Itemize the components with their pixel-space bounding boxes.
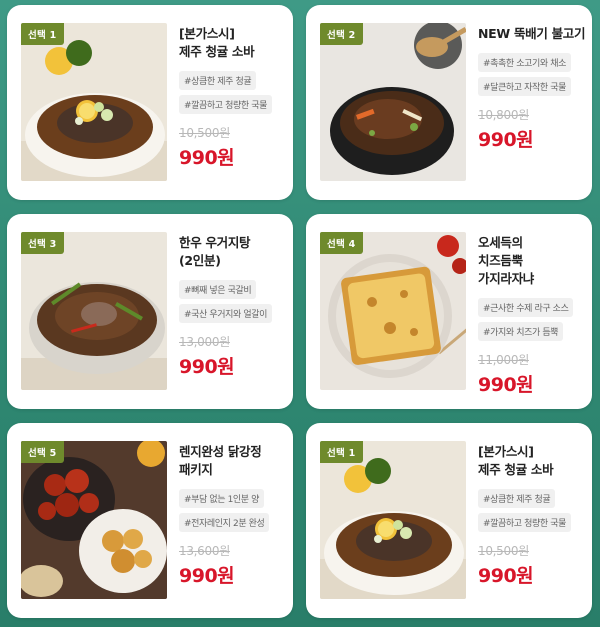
product-info: 오세득의 치즈듬뿍 가지라자냐 #근사한 수제 라구 소스 #가지와 치즈가 듬… <box>478 234 586 397</box>
product-tag: #상큼한 제주 청귤 <box>179 71 257 90</box>
product-card-soba-repeat[interactable]: 선택 1 [본가스시] 제주 청귤 소바 #상큼한 제주 청귤 #깔끔하고 청량… <box>306 423 592 618</box>
product-tag: #국산 우거지와 얼갈이 <box>179 304 272 323</box>
ugeoji-tang-photo: 선택 3 <box>21 232 167 390</box>
product-title: 오세득의 <box>478 235 523 250</box>
product-info: [본가스시] 제주 청귤 소바 #상큼한 제주 청귤 #깔끔하고 청량한 국물 … <box>179 25 287 170</box>
option-badge: 선택 2 <box>320 23 363 45</box>
product-title: 가지라자냐 <box>478 271 535 286</box>
watermark: 마켓존 블로그 <box>493 605 584 620</box>
product-card-dakgangjeong[interactable]: 선택 5 렌지완성 닭강정 패키지 #부담 없는 1인분 양 #전자레인지 2분… <box>7 423 293 618</box>
product-title: 치즈듬뿍 <box>478 253 523 268</box>
option-badge: 선택 3 <box>21 232 64 254</box>
product-title: 제주 청귤 소바 <box>179 44 255 59</box>
product-tag: #깔끔하고 청량한 국물 <box>179 95 272 114</box>
original-price: 13,000원 <box>179 335 230 349</box>
sale-price: 990원 <box>179 565 235 587</box>
product-title: NEW 뚝배기 불고기 <box>478 26 586 41</box>
product-tag: #달큰하고 자작한 국물 <box>478 77 571 96</box>
product-tags: #촉촉한 소고기와 채소 #달큰하고 자작한 국물 <box>478 51 586 96</box>
sale-price: 990원 <box>179 356 235 378</box>
product-card-lasagna[interactable]: 선택 4 오세득의 치즈듬뿍 가지라자냐 #근사한 수제 라구 소스 #가지와 … <box>306 214 592 409</box>
bulgogi-photo: 선택 2 <box>320 23 466 181</box>
product-tags: #부담 없는 1인분 양 #전자레인지 2분 완성 <box>179 487 287 532</box>
sale-price: 990원 <box>478 374 534 396</box>
original-price: 10,500원 <box>478 544 529 558</box>
original-price: 10,800원 <box>478 108 529 122</box>
lasagna-photo: 선택 4 <box>320 232 466 390</box>
product-title: 패키지 <box>179 462 213 477</box>
product-tag: #깔끔하고 청량한 국물 <box>478 513 571 532</box>
product-title: [본가스시] <box>478 444 534 459</box>
product-title: [본가스시] <box>179 26 235 41</box>
option-badge: 선택 1 <box>21 23 64 45</box>
original-price: 10,500원 <box>179 126 230 140</box>
option-badge: 선택 5 <box>21 441 64 463</box>
product-tags: #상큼한 제주 청귤 #깔끔하고 청량한 국물 <box>478 487 586 532</box>
dakgangjeong-photo: 선택 5 <box>21 441 167 599</box>
product-card-soba[interactable]: 선택 1 [본가스시] 제주 청귤 소바 #상큼한 제주 청귤 #깔끔하고 청량… <box>7 5 293 200</box>
product-info: NEW 뚝배기 불고기 #촉촉한 소고기와 채소 #달큰하고 자작한 국물 10… <box>478 25 586 152</box>
product-tags: #근사한 수제 라구 소스 #가지와 치즈가 듬뿍 <box>478 296 586 341</box>
sale-price: 990원 <box>478 565 534 587</box>
product-tag: #촉촉한 소고기와 채소 <box>478 53 571 72</box>
product-title: (2인분) <box>179 253 221 268</box>
product-tag: #전자레인지 2분 완성 <box>179 513 270 532</box>
product-tag: #가지와 치즈가 듬뿍 <box>478 322 564 341</box>
product-grid: 선택 1 [본가스시] 제주 청귤 소바 #상큼한 제주 청귤 #깔끔하고 청량… <box>0 0 600 627</box>
product-title: 렌지완성 닭강정 <box>179 444 262 459</box>
sale-price: 990원 <box>478 129 534 151</box>
product-info: [본가스시] 제주 청귤 소바 #상큼한 제주 청귤 #깔끔하고 청량한 국물 … <box>478 443 586 588</box>
product-tag: #부담 없는 1인분 양 <box>179 489 265 508</box>
product-title: 한우 우거지탕 <box>179 235 251 250</box>
product-card-ugeoji-tang[interactable]: 선택 3 한우 우거지탕 (2인분) #뼈째 넣은 국갈비 #국산 우거지와 얼… <box>7 214 293 409</box>
original-price: 13,600원 <box>179 544 230 558</box>
product-tags: #뼈째 넣은 국갈비 #국산 우거지와 얼갈이 <box>179 278 287 323</box>
product-tags: #상큼한 제주 청귤 #깔끔하고 청량한 국물 <box>179 69 287 114</box>
product-tag: #뼈째 넣은 국갈비 <box>179 280 257 299</box>
product-info: 한우 우거지탕 (2인분) #뼈째 넣은 국갈비 #국산 우거지와 얼갈이 13… <box>179 234 287 379</box>
product-tag: #상큼한 제주 청귤 <box>478 489 556 508</box>
product-card-bulgogi[interactable]: 선택 2 NEW 뚝배기 불고기 #촉촉한 소고기와 채소 #달큰하고 자작한 … <box>306 5 592 200</box>
product-title: 제주 청귤 소바 <box>478 462 554 477</box>
product-tag: #근사한 수제 라구 소스 <box>478 298 574 317</box>
sale-price: 990원 <box>179 147 235 169</box>
soba-photo: 선택 1 <box>320 441 466 599</box>
soba-photo: 선택 1 <box>21 23 167 181</box>
option-badge: 선택 4 <box>320 232 363 254</box>
product-info: 렌지완성 닭강정 패키지 #부담 없는 1인분 양 #전자레인지 2분 완성 1… <box>179 443 287 588</box>
original-price: 11,000원 <box>478 353 529 367</box>
option-badge: 선택 1 <box>320 441 363 463</box>
